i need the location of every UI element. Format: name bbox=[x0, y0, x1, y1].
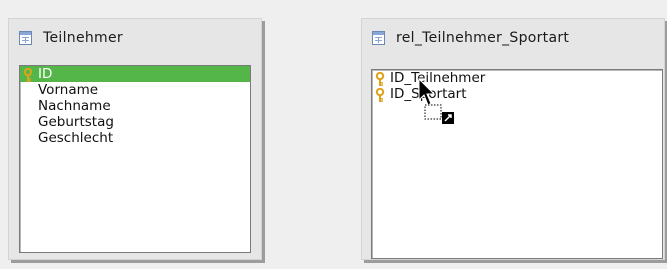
table-title: Teilnehmer bbox=[43, 30, 123, 46]
table-title: rel_Teilnehmer_Sportart bbox=[396, 30, 570, 46]
field-row-id-sportart[interactable]: ID_Sportart bbox=[372, 86, 662, 102]
field-row-geburtstag[interactable]: Geburtstag bbox=[20, 114, 250, 130]
field-list[interactable]: ID_Teilnehmer ID_Sportart bbox=[371, 69, 663, 259]
table-title-bar[interactable]: Teilnehmer bbox=[9, 19, 261, 57]
drag-link-cursor-icon bbox=[418, 78, 454, 124]
key-icon bbox=[375, 72, 385, 86]
field-name: Geburtstag bbox=[38, 114, 114, 130]
field-name: Nachname bbox=[38, 98, 111, 114]
field-row-id-teilnehmer[interactable]: ID_Teilnehmer bbox=[372, 70, 662, 86]
field-name: Vorname bbox=[38, 82, 99, 98]
key-icon bbox=[375, 88, 385, 102]
table-title-bar[interactable]: rel_Teilnehmer_Sportart bbox=[362, 19, 664, 57]
field-name: Geschlecht bbox=[38, 130, 114, 146]
field-row-nachname[interactable]: Nachname bbox=[20, 98, 250, 114]
table-icon bbox=[372, 31, 385, 45]
field-row-id[interactable]: ID bbox=[20, 66, 250, 82]
key-icon bbox=[23, 68, 33, 82]
field-list[interactable]: ID Vorname Nachname Geburtstag Geschlech… bbox=[19, 65, 251, 253]
field-row-vorname[interactable]: Vorname bbox=[20, 82, 250, 98]
field-name: ID bbox=[38, 66, 53, 82]
table-window-rel-teilnehmer-sportart[interactable]: rel_Teilnehmer_Sportart ID_Teilnehmer ID… bbox=[361, 18, 665, 260]
field-row-geschlecht[interactable]: Geschlecht bbox=[20, 130, 250, 146]
table-window-teilnehmer[interactable]: Teilnehmer ID Vorname Nachname Geburtsta… bbox=[8, 18, 262, 260]
table-icon bbox=[19, 31, 32, 45]
